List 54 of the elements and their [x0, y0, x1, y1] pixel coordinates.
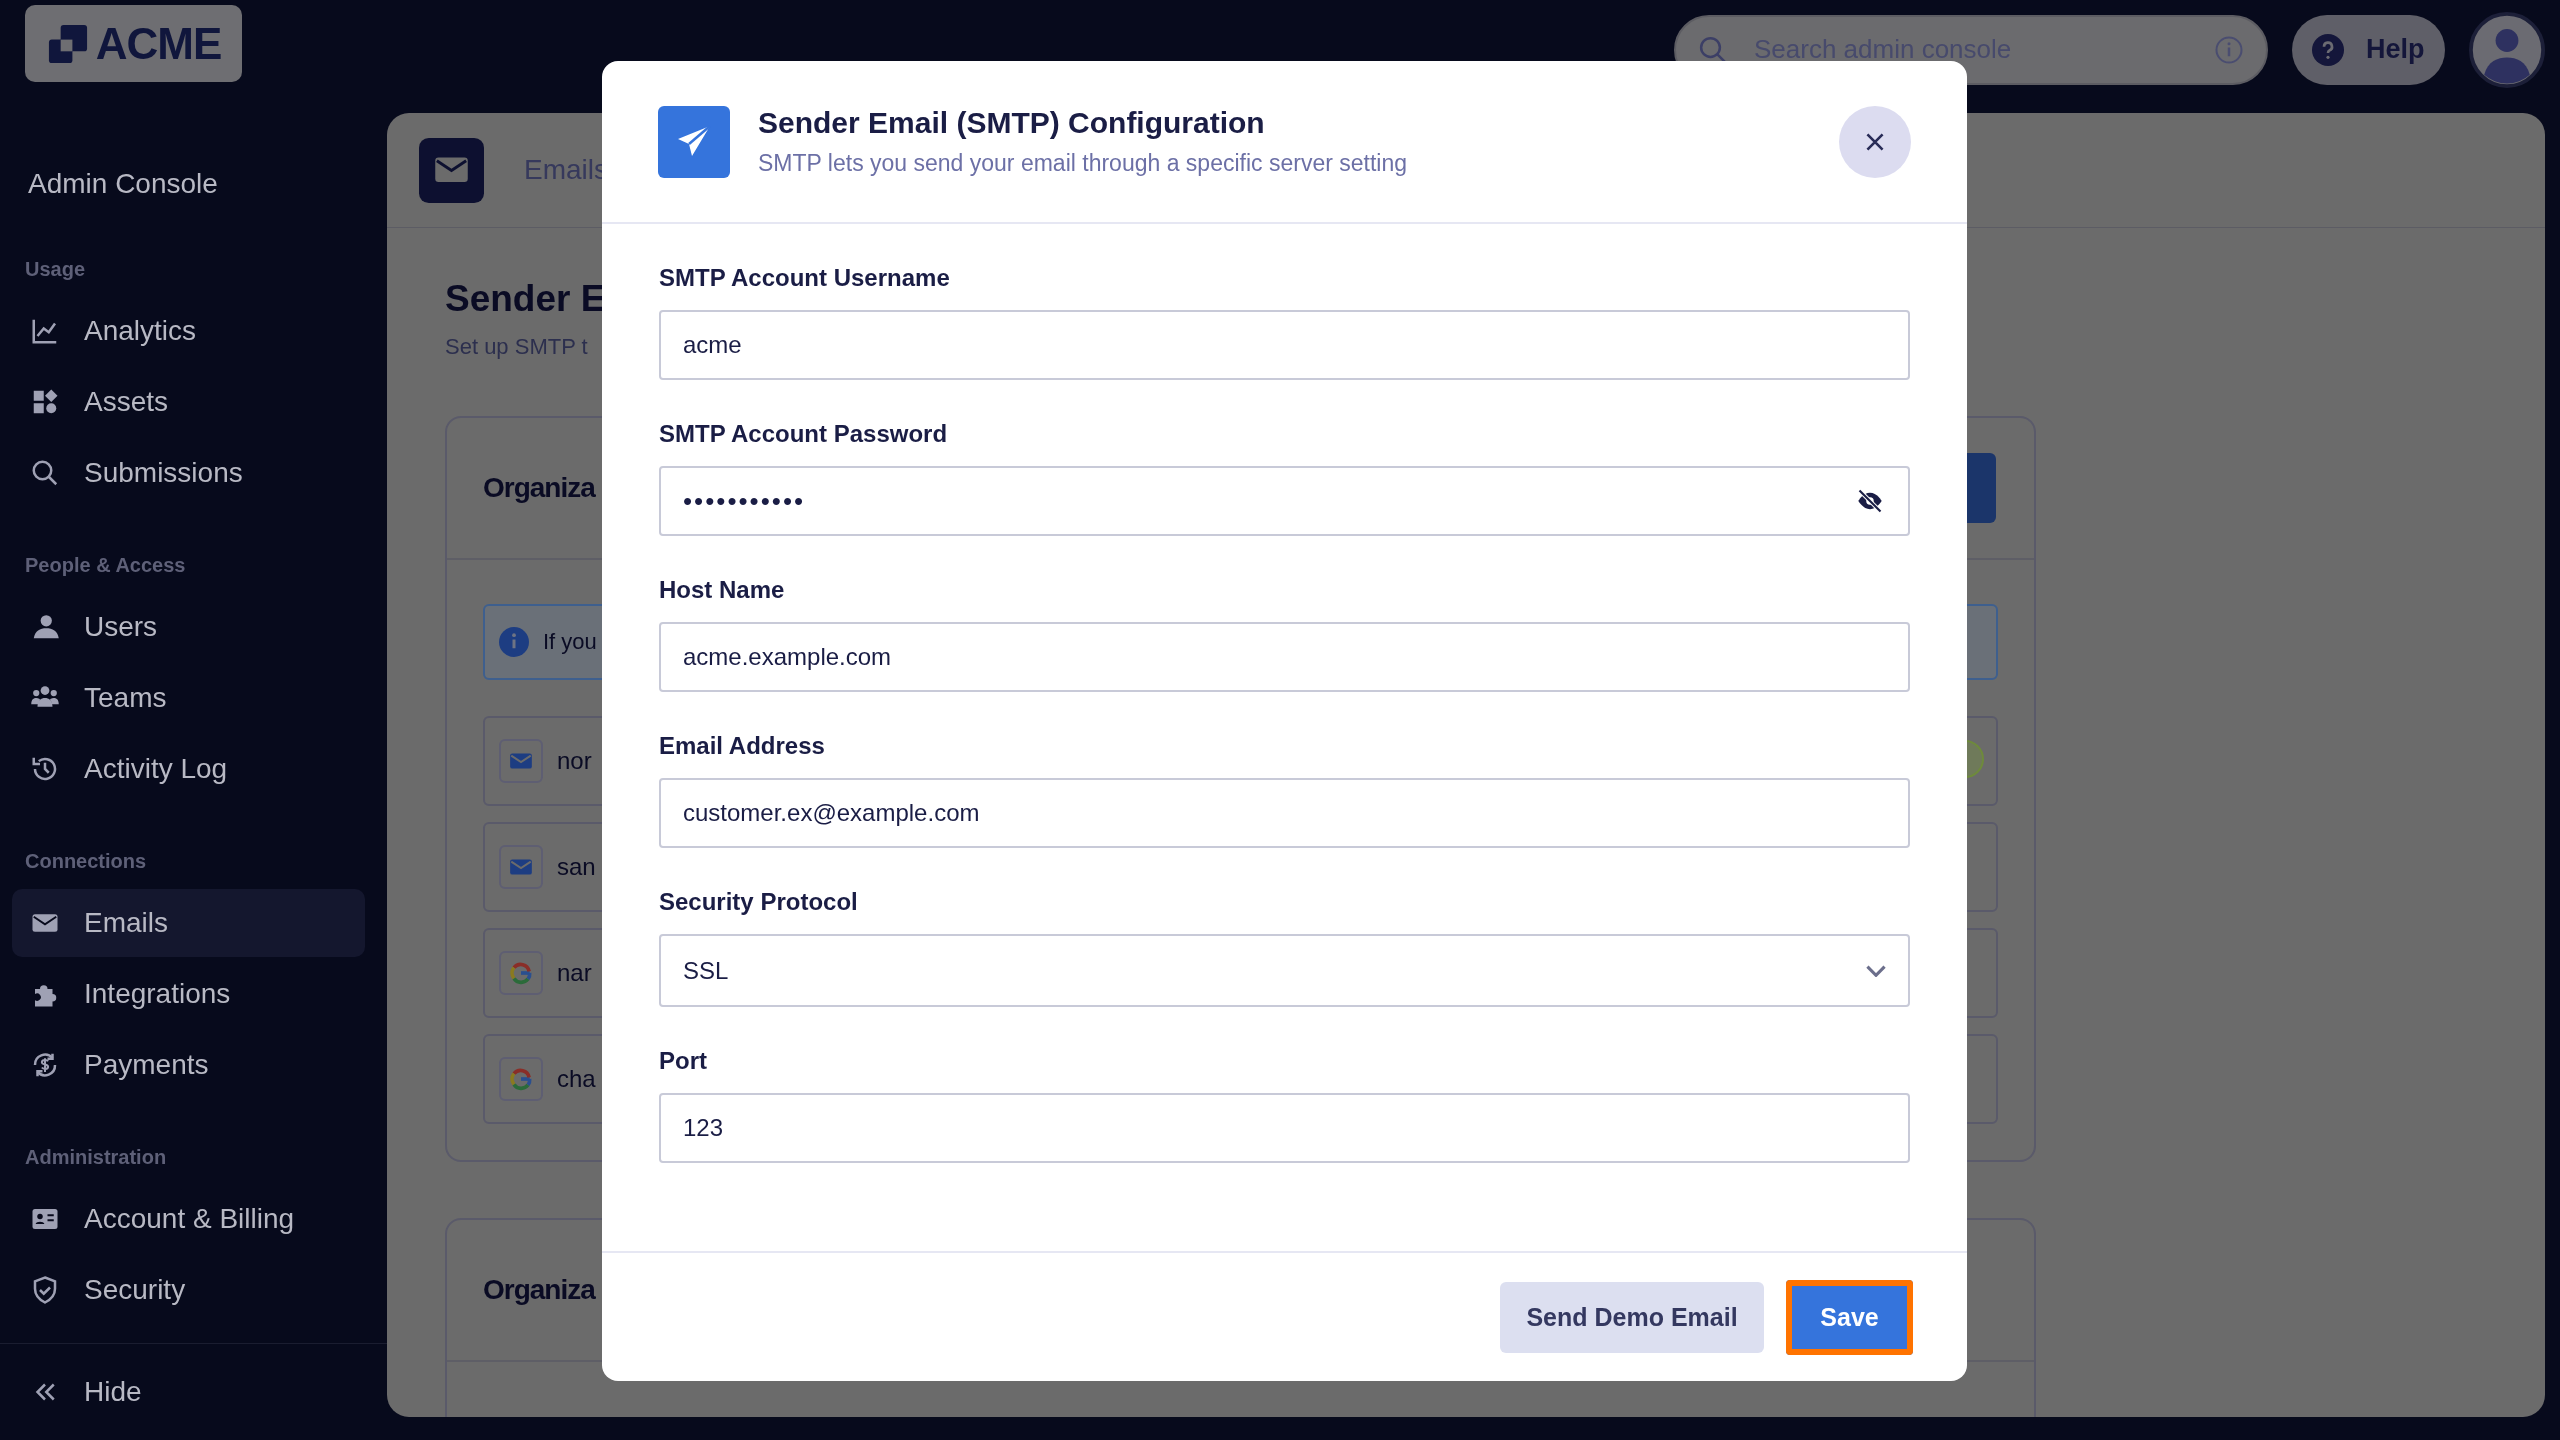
sidebar-item[interactable]: Submissions: [12, 439, 365, 507]
field-label: Email Address: [659, 732, 826, 760]
sidebar-item[interactable]: Users: [12, 593, 365, 661]
google-icon: [508, 960, 534, 986]
field-label: SMTP Account Username: [659, 264, 951, 292]
section-heading: Administration: [25, 1146, 168, 1169]
info-icon: [2214, 34, 2244, 65]
section-heading: Usage: [25, 258, 87, 281]
section-heading: Connections: [25, 850, 148, 873]
question-icon: [2312, 33, 2344, 66]
section-heading: People & Access: [25, 554, 187, 577]
chevron-down-icon: [1866, 964, 1886, 977]
page-title: Sender E: [445, 278, 606, 320]
field-label: Port: [659, 1047, 708, 1075]
avatar-icon[interactable]: [2469, 11, 2545, 88]
logo-text: ACME: [95, 18, 222, 69]
info-text: If you: [543, 629, 597, 655]
dropdown[interactable]: SSL: [659, 934, 1910, 1007]
sidebar-item[interactable]: Assets: [12, 368, 365, 436]
send-demo-button[interactable]: Send Demo Email: [1500, 1281, 1764, 1353]
sidebar-item[interactable]: Emails: [12, 889, 365, 957]
dialog-title: Sender Email (SMTP) Configuration: [758, 106, 1266, 140]
sidebar-item[interactable]: Payments: [12, 1031, 365, 1099]
input-field[interactable]: acme.example.com: [659, 622, 1910, 692]
save-button[interactable]: Save: [1786, 1279, 1913, 1355]
page-subtitle: Set up SMTP t: [445, 334, 588, 360]
console-title: Admin Console: [28, 168, 219, 200]
sidebar-item[interactable]: Activity Log: [12, 735, 365, 803]
paper-plane-icon: [658, 105, 730, 178]
sidebar-item[interactable]: Security: [12, 1256, 365, 1324]
field-label: Host Name: [659, 576, 786, 604]
dialog-subtitle: SMTP lets you send your email through a specific server setting: [758, 150, 1408, 177]
account-name: cha: [557, 1065, 596, 1093]
eye-slash-icon[interactable]: [1856, 487, 1884, 515]
mail-icon: [419, 137, 484, 203]
sidebar-item[interactable]: Integrations: [12, 960, 365, 1028]
search-icon: [30, 458, 60, 488]
info-icon: [499, 627, 529, 657]
input-field[interactable]: acme: [659, 310, 1910, 380]
password-field[interactable]: •••••••••••: [659, 466, 1910, 536]
field-label: SMTP Account Password: [659, 420, 949, 448]
input-field[interactable]: 123: [659, 1093, 1910, 1163]
account-name: san: [557, 853, 596, 881]
sidebar-item[interactable]: Teams: [12, 664, 365, 732]
sidebar-item[interactable]: Analytics: [12, 297, 365, 365]
sidebar-item[interactable]: Account & Billing: [12, 1185, 365, 1253]
hide-button[interactable]: Hide: [12, 1358, 365, 1426]
card-title: Organiza: [483, 1274, 595, 1306]
card-title: Organiza: [483, 472, 595, 504]
account-name: nar: [557, 959, 592, 987]
field-label: Security Protocol: [659, 888, 859, 916]
input-field[interactable]: customer.ex@example.com: [659, 778, 1910, 848]
account-name: nor: [557, 747, 592, 775]
google-icon: [508, 1066, 534, 1092]
